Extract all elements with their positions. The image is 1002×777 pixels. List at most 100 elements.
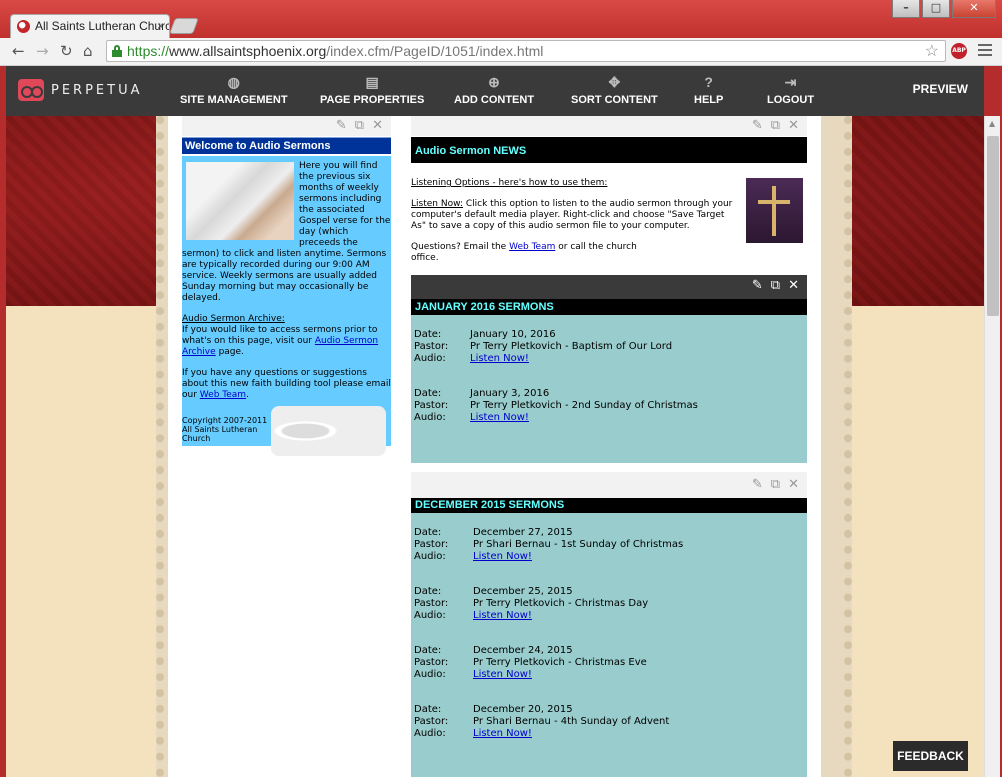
widget-controls: ✎ ⧉ ✕ <box>411 116 807 136</box>
sermon-pastor: Pr Shari Bernau - 4th Sunday of Advent <box>473 716 670 727</box>
menu-site-management[interactable]: ◍ SITE MANAGEMENT <box>180 74 288 106</box>
move-icon: ✥ <box>608 74 621 90</box>
listen-now-description: Listen Now: Click this option to listen … <box>411 199 733 231</box>
favicon-icon <box>17 20 30 33</box>
listen-now-link[interactable]: Listen Now! <box>473 728 804 739</box>
globe-icon: ◍ <box>227 74 240 90</box>
sermon-pastor: Pr Terry Pletkovich - Christmas Day <box>473 598 649 609</box>
maximize-button[interactable]: □ <box>922 0 950 18</box>
perpetua-logo-icon <box>18 79 44 101</box>
sermon-entry: Date: December 25, 2015 Pastor: Pr Terry P… <box>414 586 804 621</box>
sermon-entry: Date: December 20, 2015 Pastor: Pr Shari B… <box>414 704 804 739</box>
menu-help[interactable]: ? HELP <box>694 74 723 106</box>
welcome-title: Welcome to Audio Sermons <box>182 137 391 154</box>
browser-menu-icon[interactable] <box>978 44 992 59</box>
bookmark-star-icon[interactable]: ☆ <box>925 41 939 61</box>
scroll-up-arrow-icon[interactable]: ▲ <box>989 119 995 128</box>
sermon-date: January 3, 2016 <box>470 388 550 399</box>
close-window-button[interactable]: ✕ <box>952 0 996 18</box>
copy-icon[interactable]: ⧉ <box>355 118 364 136</box>
sermon-entry: Date: January 10, 2016 Pastor: Pr Terry Pl… <box>414 329 804 364</box>
delete-icon[interactable]: ✕ <box>788 278 799 299</box>
plus-circle-icon: ⊕ <box>488 74 500 90</box>
sermon-pastor: Pr Terry Pletkovich - Baptism of Our Lor… <box>470 341 673 352</box>
welcome-body: Here you will find the previous six mont… <box>182 156 391 456</box>
copy-icon[interactable]: ⧉ <box>771 278 780 299</box>
sermon-date: January 10, 2016 <box>470 329 556 340</box>
laptop-photo <box>186 162 294 240</box>
copy-icon[interactable]: ⧉ <box>771 118 780 136</box>
url-path: /index.cfm/PageID/1051/index.html <box>326 43 544 59</box>
perpetua-logo[interactable]: PERPETUA <box>18 79 143 101</box>
feedback-button[interactable]: FEEDBACK <box>893 741 968 771</box>
news-questions: Questions? Email the Web Team or call th… <box>411 242 637 263</box>
sermon-section-january: ✎ ⧉ ✕ JANUARY 2016 SERMONS Date: January … <box>411 275 807 465</box>
sermon-entry: Date: December 24, 2015 Pastor: Pr Terry P… <box>414 645 804 680</box>
sermon-list: Date: January 10, 2016 Pastor: Pr Terry Pl… <box>411 315 807 463</box>
sermon-list: Date: December 27, 2015 Pastor: Pr Shari B… <box>411 513 807 777</box>
altar-cross-photo <box>746 178 803 243</box>
delete-icon[interactable]: ✕ <box>372 118 383 136</box>
browser-tab[interactable]: All Saints Lutheran Church × <box>10 14 170 38</box>
listen-now-link[interactable]: Listen Now! <box>473 669 804 680</box>
preview-button[interactable]: PREVIEW <box>913 82 968 96</box>
edit-icon[interactable]: ✎ <box>752 477 763 498</box>
widget-controls: ✎ ⧉ ✕ <box>411 472 807 498</box>
page-icon: ▤ <box>365 74 379 90</box>
sermon-date: December 24, 2015 <box>473 645 573 656</box>
page-scrollbar[interactable]: ▲ <box>984 116 1000 777</box>
tab-close-icon[interactable]: × <box>157 19 164 33</box>
menu-page-properties[interactable]: ▤ PAGE PROPERTIES <box>320 74 424 106</box>
reload-icon[interactable]: ↻ <box>60 42 73 60</box>
cms-toolbar: PERPETUA ◍ SITE MANAGEMENT ▤ PAGE PROPERTI… <box>6 66 984 116</box>
tab-title: All Saints Lutheran Church <box>35 19 170 33</box>
edit-icon[interactable]: ✎ <box>752 118 763 136</box>
forward-arrow-icon[interactable]: → <box>36 42 49 60</box>
delete-icon[interactable]: ✕ <box>788 118 799 136</box>
minimize-button[interactable]: – <box>892 0 920 18</box>
listen-now-link[interactable]: Listen Now! <box>470 353 804 364</box>
news-web-team-link[interactable]: Web Team <box>509 242 555 252</box>
questions-paragraph: If you have any questions or suggestions… <box>182 368 391 400</box>
sermon-date: December 20, 2015 <box>473 704 573 715</box>
site-viewport: ✎ ⧉ ✕ Welcome to Audio Sermons Here you … <box>6 116 984 777</box>
menu-logout[interactable]: ⇥ LOGOUT <box>767 74 814 106</box>
sermon-section-december: ✎ ⧉ ✕ DECEMBER 2015 SERMONS Date: Decembe… <box>411 472 807 777</box>
lock-icon <box>112 45 122 57</box>
listen-now-link[interactable]: Listen Now! <box>470 412 804 423</box>
help-icon: ? <box>704 74 713 90</box>
browser-toolbar: ← → ↻ ⌂ https://www.allsaintsphoenix.org… <box>0 38 1002 66</box>
section-title: DECEMBER 2015 SERMONS <box>411 498 807 513</box>
sermon-pastor: Pr Terry Pletkovich - Christmas Eve <box>473 657 647 668</box>
mouse-photo <box>271 406 386 456</box>
listen-now-link[interactable]: Listen Now! <box>473 610 804 621</box>
adblock-icon[interactable]: ABP <box>951 43 967 59</box>
copy-icon[interactable]: ⧉ <box>771 477 780 498</box>
address-bar[interactable]: https://www.allsaintsphoenix.org/index.c… <box>106 40 946 62</box>
web-team-link[interactable]: Web Team <box>200 390 246 400</box>
copyright: Copyright 2007-2011 All Saints Lutheran … <box>182 416 268 443</box>
scrollbar-thumb[interactable] <box>987 136 999 316</box>
window-titlebar: All Saints Lutheran Church × – □ ✕ <box>0 0 1002 38</box>
listen-now-link[interactable]: Listen Now! <box>473 551 804 562</box>
brand-name: PERPETUA <box>51 82 143 98</box>
menu-sort-content[interactable]: ✥ SORT CONTENT <box>571 74 658 106</box>
edit-icon[interactable]: ✎ <box>752 278 763 299</box>
sermon-pastor: Pr Terry Pletkovich - 2nd Sunday of Chri… <box>470 400 698 411</box>
delete-icon[interactable]: ✕ <box>788 477 799 498</box>
news-title: Audio Sermon NEWS <box>411 137 807 163</box>
logout-icon: ⇥ <box>784 74 797 90</box>
edit-icon[interactable]: ✎ <box>336 118 347 136</box>
sermon-date: December 27, 2015 <box>473 527 573 538</box>
new-tab-button[interactable] <box>169 18 199 34</box>
section-title: JANUARY 2016 SERMONS <box>411 299 807 315</box>
back-arrow-icon[interactable]: ← <box>12 42 25 60</box>
sermon-entry: Date: January 3, 2016 Pastor: Pr Terry Ple… <box>414 388 804 423</box>
archive-paragraph: Audio Sermon Archive: If you would like … <box>182 314 379 357</box>
url-domain: www.allsaintsphoenix.org <box>169 43 327 59</box>
menu-add-content[interactable]: ⊕ ADD CONTENT <box>454 74 534 106</box>
archive-heading: Audio Sermon Archive: <box>182 314 285 324</box>
home-icon[interactable]: ⌂ <box>83 42 93 60</box>
sermon-pastor: Pr Shari Bernau - 1st Sunday of Christma… <box>473 539 684 550</box>
widget-controls: ✎ ⧉ ✕ <box>411 275 807 299</box>
